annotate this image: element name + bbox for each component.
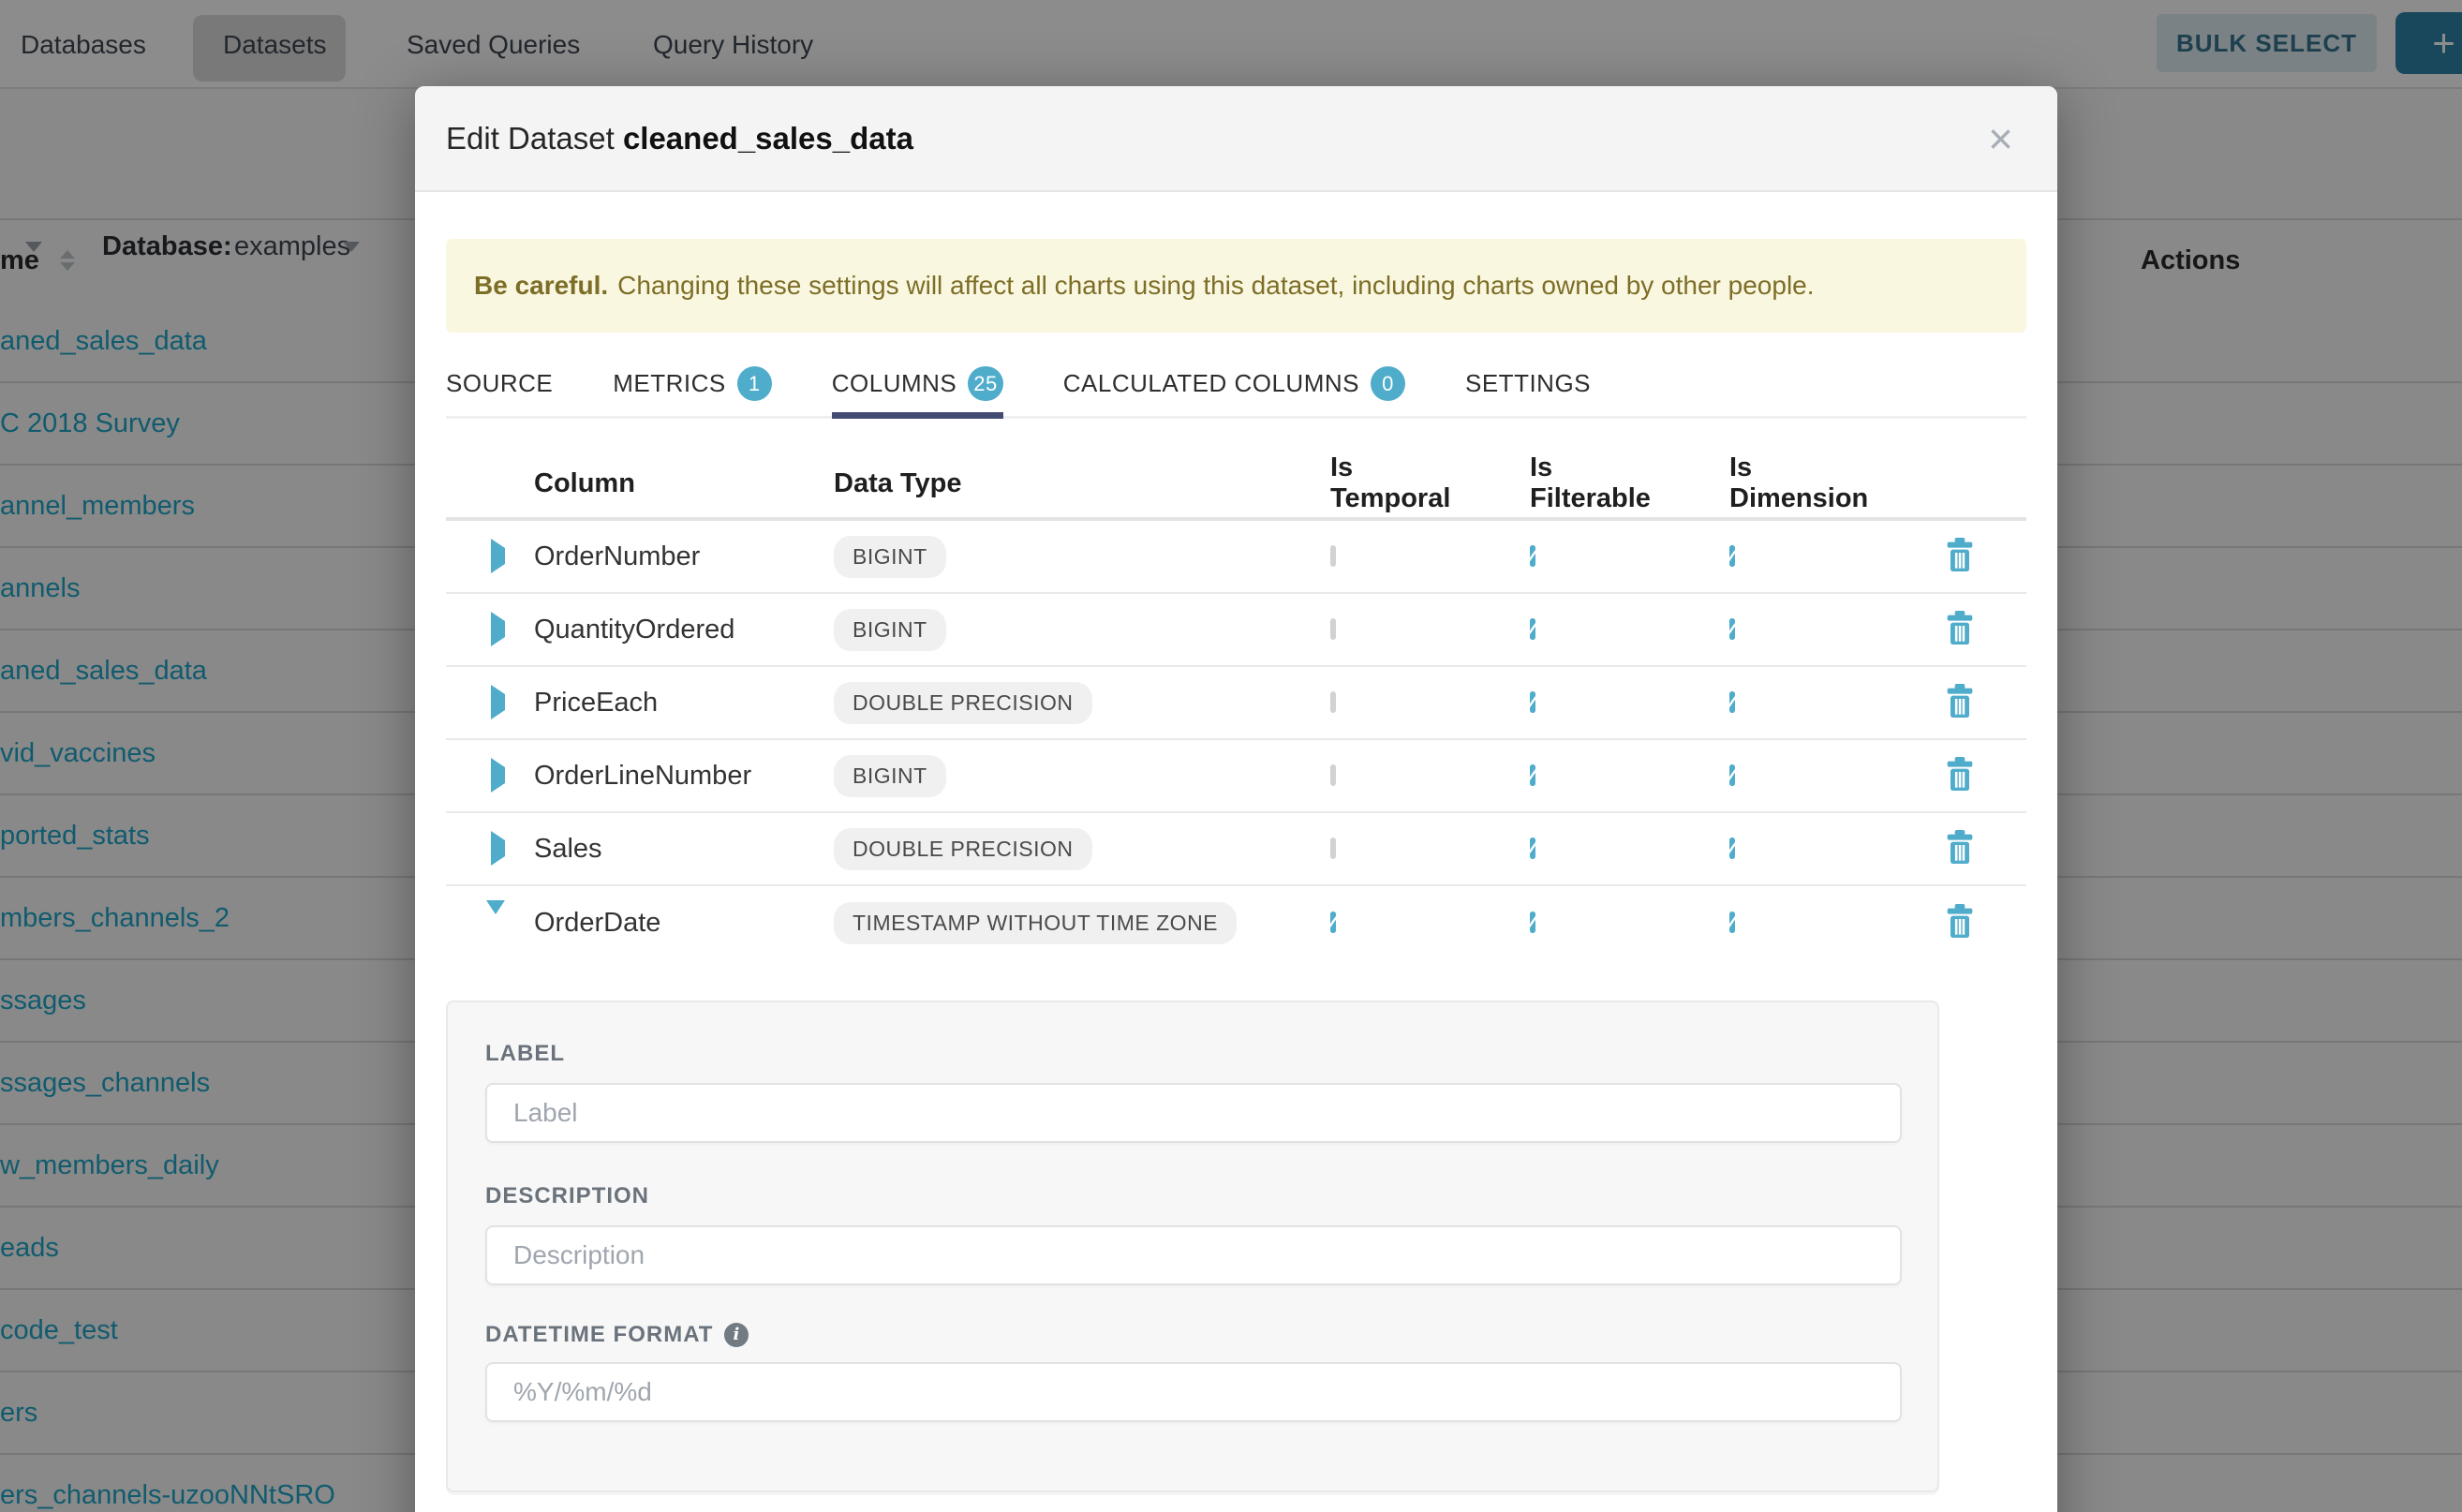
delete-column-button[interactable] <box>1945 538 1975 571</box>
is-temporal-checkbox[interactable] <box>1330 838 1336 859</box>
data-type-pill: BIGINT <box>834 609 946 651</box>
delete-column-button[interactable] <box>1945 830 1975 864</box>
tab-metrics[interactable]: METRICS 1 <box>613 351 772 416</box>
data-type-pill: TIMESTAMP WITHOUT TIME ZONE <box>834 902 1237 944</box>
datetime-format-field-heading: DATETIME FORMAT i <box>485 1321 1900 1349</box>
trash-icon <box>1945 684 1975 718</box>
is-dimension-checkbox[interactable] <box>1729 838 1735 859</box>
trash-icon <box>1945 904 1975 938</box>
expand-caret-icon[interactable] <box>491 685 505 719</box>
delete-column-button[interactable] <box>1945 611 1975 645</box>
warning-banner: Be careful. Changing these settings will… <box>446 239 2026 333</box>
calculated-columns-count-badge: 0 <box>1371 366 1405 401</box>
data-type-pill: BIGINT <box>834 755 946 797</box>
column-name: Sales <box>534 834 834 865</box>
expand-caret-icon[interactable] <box>486 900 505 930</box>
expand-caret-icon[interactable] <box>491 831 505 866</box>
delete-column-button[interactable] <box>1945 904 1975 938</box>
column-name: PriceEach <box>534 688 834 719</box>
modal-title-prefix: Edit Dataset <box>446 121 615 156</box>
column-row: OrderNumber BIGINT <box>446 521 2026 594</box>
is-filterable-checkbox[interactable] <box>1530 912 1535 933</box>
modal-body: Be careful. Changing these settings will… <box>415 239 2057 1492</box>
is-dimension-checkbox[interactable] <box>1729 912 1735 933</box>
column-row: PriceEach DOUBLE PRECISION <box>446 667 2026 740</box>
modal-dataset-name: cleaned_sales_data <box>623 121 913 156</box>
is-dimension-checkbox[interactable] <box>1729 764 1735 786</box>
column-name: OrderLineNumber <box>534 761 834 792</box>
columns-count-badge: 25 <box>968 366 1002 401</box>
info-icon[interactable]: i <box>724 1323 749 1347</box>
header-is-temporal: Is Temporal <box>1274 452 1474 514</box>
is-filterable-checkbox[interactable] <box>1530 691 1535 713</box>
modal-header: Edit Dataset cleaned_sales_data × <box>415 86 2057 192</box>
is-temporal-checkbox[interactable] <box>1330 545 1336 567</box>
column-name: QuantityOrdered <box>534 615 834 645</box>
is-filterable-checkbox[interactable] <box>1530 618 1535 640</box>
modal-title: Edit Dataset cleaned_sales_data <box>446 121 913 156</box>
label-input[interactable] <box>485 1083 1902 1143</box>
tab-source[interactable]: SOURCE <box>446 351 553 416</box>
is-filterable-checkbox[interactable] <box>1530 764 1535 786</box>
delete-column-button[interactable] <box>1945 757 1975 791</box>
trash-icon <box>1945 830 1975 864</box>
warning-text: Changing these settings will affect all … <box>617 271 1814 301</box>
tab-columns[interactable]: COLUMNS 25 <box>832 351 1003 416</box>
label-field-heading: LABEL <box>485 1040 1900 1068</box>
is-dimension-checkbox[interactable] <box>1729 618 1735 640</box>
tab-calculated-columns[interactable]: CALCULATED COLUMNS 0 <box>1063 351 1405 416</box>
header-is-dimension: Is Dimension <box>1673 452 1873 514</box>
is-dimension-checkbox[interactable] <box>1729 545 1735 567</box>
is-filterable-checkbox[interactable] <box>1530 838 1535 859</box>
column-row: Sales DOUBLE PRECISION <box>446 813 2026 886</box>
description-field-heading: DESCRIPTION <box>485 1182 1900 1210</box>
is-temporal-checkbox[interactable] <box>1330 618 1336 640</box>
edit-dataset-modal: Edit Dataset cleaned_sales_data × Be car… <box>415 86 2057 1512</box>
trash-icon <box>1945 538 1975 571</box>
metrics-count-badge: 1 <box>737 366 772 401</box>
header-is-filterable: Is Filterable <box>1474 452 1673 514</box>
expand-caret-icon[interactable] <box>491 758 505 793</box>
trash-icon <box>1945 757 1975 791</box>
delete-column-button[interactable] <box>1945 684 1975 718</box>
close-icon[interactable]: × <box>1988 117 2013 160</box>
tab-settings[interactable]: SETTINGS <box>1465 351 1591 416</box>
tab-bar: SOURCE METRICS 1 COLUMNS 25 CALCULATED C… <box>446 351 2026 419</box>
column-row: QuantityOrdered BIGINT <box>446 594 2026 667</box>
data-type-pill: DOUBLE PRECISION <box>834 828 1092 870</box>
column-editor-panel: LABEL DESCRIPTION DATETIME FORMAT i <box>446 1001 1939 1492</box>
is-temporal-checkbox[interactable] <box>1330 691 1336 713</box>
data-type-pill: BIGINT <box>834 536 946 578</box>
description-input[interactable] <box>485 1225 1902 1285</box>
header-data-type: Data Type <box>834 468 1274 499</box>
trash-icon <box>1945 611 1975 645</box>
column-row: OrderLineNumber BIGINT <box>446 740 2026 813</box>
column-name: OrderNumber <box>534 541 834 572</box>
expand-caret-icon[interactable] <box>491 539 505 573</box>
expand-caret-icon[interactable] <box>491 612 505 646</box>
data-type-pill: DOUBLE PRECISION <box>834 682 1092 724</box>
column-name: OrderDate <box>534 908 834 939</box>
is-temporal-checkbox[interactable] <box>1330 912 1336 933</box>
app-root: Databases Datasets Saved Queries Query H… <box>0 0 2462 1512</box>
datetime-format-input[interactable] <box>485 1362 1902 1422</box>
is-filterable-checkbox[interactable] <box>1530 545 1535 567</box>
is-temporal-checkbox[interactable] <box>1330 764 1336 786</box>
column-row: OrderDate TIMESTAMP WITHOUT TIME ZONE <box>446 886 2026 959</box>
is-dimension-checkbox[interactable] <box>1729 691 1735 713</box>
warning-bold: Be careful. <box>474 271 608 301</box>
columns-table-header: Column Data Type Is Temporal Is Filterab… <box>446 450 2026 521</box>
columns-table-body: OrderNumber BIGINT <box>446 521 2026 959</box>
header-column: Column <box>534 468 834 499</box>
